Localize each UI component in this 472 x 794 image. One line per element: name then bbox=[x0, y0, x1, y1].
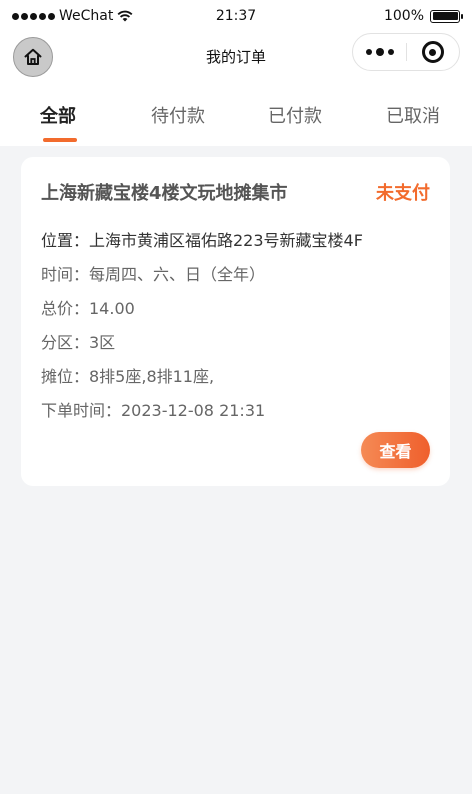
order-time: 时间：每周四、六、日（全年） bbox=[41, 265, 266, 284]
nav-bar: 我的订单 bbox=[0, 32, 472, 80]
tab-paid[interactable]: 已付款 bbox=[268, 102, 322, 128]
active-tab-indicator bbox=[43, 138, 77, 142]
view-order-button[interactable]: 查看 bbox=[361, 432, 430, 468]
more-dot-icon bbox=[365, 49, 372, 55]
order-card: 上海新藏宝楼4楼文玩地摊集市 未支付 位置：上海市黄浦区福佑路223号新藏宝楼4… bbox=[21, 157, 450, 486]
close-circle-icon bbox=[421, 41, 444, 63]
order-title: 上海新藏宝楼4楼文玩地摊集市 bbox=[41, 183, 288, 204]
battery-icon bbox=[430, 9, 463, 23]
tab-cancelled[interactable]: 已取消 bbox=[386, 102, 440, 128]
close-button[interactable] bbox=[407, 34, 459, 70]
more-dot-icon bbox=[375, 48, 384, 56]
battery-percent: 100% bbox=[383, 8, 424, 24]
status-bar: WeChat 21:37 100% bbox=[0, 0, 472, 32]
more-button[interactable] bbox=[353, 34, 406, 70]
more-dot-icon bbox=[387, 49, 394, 55]
order-stall: 摊位：8排5座,8排11座, bbox=[41, 367, 215, 386]
order-total: 总价：14.00 bbox=[41, 299, 135, 318]
order-created-time: 下单时间：2023-12-08 21:31 bbox=[41, 401, 266, 420]
tab-pending-payment[interactable]: 待付款 bbox=[151, 102, 205, 128]
order-tabs: 全部 待付款 已付款 已取消 bbox=[0, 80, 472, 146]
order-status-badge: 未支付 bbox=[376, 183, 430, 204]
order-location: 位置：上海市黄浦区福佑路223号新藏宝楼4F bbox=[41, 231, 363, 250]
tab-all[interactable]: 全部 bbox=[40, 102, 76, 128]
mini-program-capsule bbox=[352, 33, 460, 71]
order-zone: 分区：3区 bbox=[41, 333, 116, 352]
